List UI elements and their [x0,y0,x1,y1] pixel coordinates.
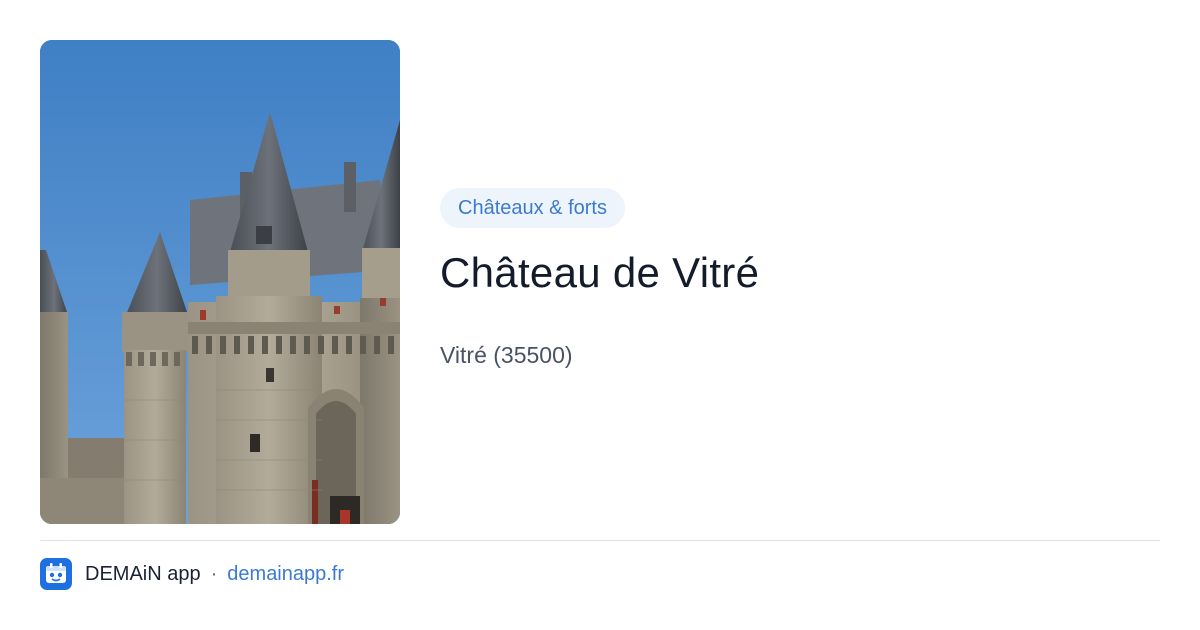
demain-app-logo-icon [40,558,72,590]
share-card: Châteaux & forts Château de Vitré Vitré … [0,0,1200,630]
place-info: Châteaux & forts Château de Vitré Vitré … [440,188,1160,370]
category-badge[interactable]: Châteaux & forts [440,188,625,228]
app-name: DEMAiN app [85,562,201,585]
place-location: Vitré (35500) [440,342,573,368]
footer-separator: · [210,562,218,585]
footer-divider [40,540,1160,541]
footer: DEMAiN app · demainapp.fr [40,557,344,591]
place-title: Château de Vitré [440,249,760,296]
castle-illustration [40,40,400,524]
castle-photo [40,40,400,524]
site-link[interactable]: demainapp.fr [227,563,344,586]
